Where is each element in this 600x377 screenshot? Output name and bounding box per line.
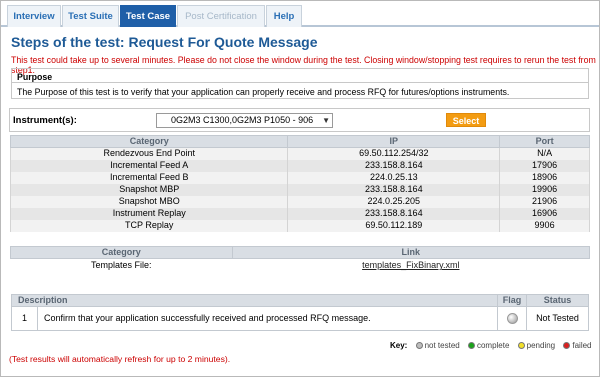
chevron-down-icon: ▼ [322, 116, 330, 125]
column-header-category: Category [10, 246, 233, 259]
endpoint-ip: 224.0.25.205 [287, 195, 501, 208]
tab-interview[interactable]: Interview [7, 5, 61, 27]
result-status: Not Tested [526, 306, 589, 331]
tab-bar: Interview Test Suite Test Case Post Cert… [1, 1, 599, 27]
result-flag-cell [497, 306, 527, 331]
table-row: Snapshot MBP 233.158.8.164 19906 [9, 183, 590, 196]
column-header-link: Link [231, 246, 591, 259]
endpoint-ip: 233.158.8.164 [287, 183, 501, 196]
templates-table: Category Link Templates File: templates_… [10, 246, 591, 273]
column-header-ip: IP [287, 135, 501, 148]
status-key: Key: not tested complete pending failed [390, 341, 592, 350]
templates-link-cell: templates_FixBinary.xml [232, 258, 590, 273]
endpoint-category: Incremental Feed B [9, 171, 289, 184]
endpoint-category: Instrument Replay [9, 207, 289, 220]
key-label: Key: [390, 341, 408, 350]
refresh-note: (Test results will automatically refresh… [9, 354, 231, 364]
endpoint-port: 19906 [499, 183, 590, 196]
status-flag-icon [506, 313, 518, 325]
endpoint-port: 21906 [499, 195, 590, 208]
endpoint-category: Snapshot MBP [9, 183, 289, 196]
endpoint-ip: 69.50.112.254/32 [287, 147, 501, 160]
complete-dot-icon [467, 342, 475, 349]
endpoint-category: Incremental Feed A [9, 159, 289, 172]
table-row: TCP Replay 69.50.112.189 9906 [9, 219, 590, 232]
endpoint-ip: 224.0.25.13 [287, 171, 501, 184]
result-number: 1 [11, 306, 38, 331]
test-case-window: Interview Test Suite Test Case Post Cert… [0, 0, 600, 377]
page-title: Steps of the test: Request For Quote Mes… [11, 34, 318, 50]
pending-dot-icon [517, 342, 525, 349]
endpoint-category: Rendezvous End Point [9, 147, 289, 160]
key-pending: pending [526, 341, 556, 350]
endpoint-port: 16906 [499, 207, 590, 220]
key-complete: complete [476, 341, 510, 350]
purpose-heading: Purpose [17, 72, 53, 82]
column-header-port: Port [499, 135, 590, 148]
column-header-description: Description [11, 294, 498, 307]
key-not-tested: not tested [424, 341, 460, 350]
endpoint-table: Category IP Port Rendezvous End Point 69.… [9, 135, 590, 232]
purpose-text: The Purpose of this test is to verify th… [17, 87, 510, 97]
endpoint-port: N/A [499, 147, 590, 160]
table-row: Incremental Feed A 233.158.8.164 17906 [9, 159, 590, 172]
table-row: Rendezvous End Point 69.50.112.254/32 N/A [9, 147, 590, 160]
endpoint-category: Snapshot MBO [9, 195, 289, 208]
tab-test-suite[interactable]: Test Suite [62, 5, 119, 27]
results-table: Description Flag Status 1 Confirm that y… [11, 294, 589, 331]
not-tested-dot-icon [415, 342, 423, 349]
key-failed: failed [572, 341, 592, 350]
templates-label: Templates File: [10, 258, 233, 273]
tab-test-case[interactable]: Test Case [120, 5, 176, 27]
endpoint-port: 9906 [499, 219, 590, 232]
tab-help[interactable]: Help [266, 5, 302, 27]
templates-file-link[interactable]: templates_FixBinary.xml [362, 260, 459, 270]
table-row: Incremental Feed B 224.0.25.13 18906 [9, 171, 590, 184]
instrument-select[interactable]: 0G2M3 C1300,0G2M3 P1050 - 906 ▼ [156, 113, 333, 128]
endpoint-ip: 233.158.8.164 [287, 207, 501, 220]
column-header-flag: Flag [497, 294, 527, 307]
table-row: Instrument Replay 233.158.8.164 16906 [9, 207, 590, 220]
purpose-header-box [11, 68, 589, 83]
tab-post-certification: Post Certification [177, 5, 265, 27]
endpoint-port: 18906 [499, 171, 590, 184]
column-header-status: Status [526, 294, 589, 307]
table-row: Snapshot MBO 224.0.25.205 21906 [9, 195, 590, 208]
failed-dot-icon [563, 342, 571, 349]
instrument-select-value: 0G2M3 C1300,0G2M3 P1050 - 906 [171, 115, 314, 125]
endpoint-ip: 233.158.8.164 [287, 159, 501, 172]
table-row: 1 Confirm that your application successf… [11, 306, 589, 331]
endpoint-port: 17906 [499, 159, 590, 172]
result-description: Confirm that your application successful… [37, 306, 498, 331]
table-row: Templates File: templates_FixBinary.xml [10, 258, 590, 273]
instrument-label: Instrument(s): [13, 115, 77, 126]
select-button[interactable]: Select [446, 113, 486, 127]
endpoint-category: TCP Replay [9, 219, 289, 232]
endpoint-ip: 69.50.112.189 [287, 219, 501, 232]
column-header-category: Category [9, 135, 289, 148]
